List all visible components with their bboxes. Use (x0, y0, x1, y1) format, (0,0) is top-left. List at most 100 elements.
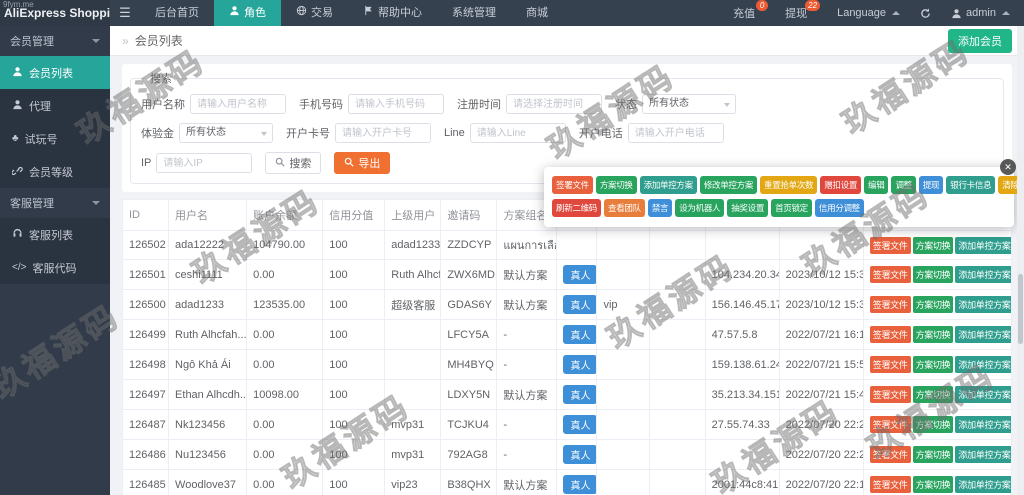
top-menu-item[interactable]: 商城 (511, 0, 563, 26)
cell-parent (384, 319, 442, 350)
row-op-button[interactable]: 签署文件 (869, 416, 911, 433)
watermark-site-text: 9fym.me (3, 0, 34, 9)
search-field-label: Line (444, 127, 465, 139)
cell-balance: 0.00 (246, 319, 324, 350)
popup-action-button[interactable]: 提现 (918, 176, 944, 194)
popup-action-button[interactable]: 签署文件 (552, 176, 593, 194)
row-op-button[interactable]: 添加单控方案 (955, 236, 1011, 254)
sidebar-item[interactable]: 会员等级 (0, 155, 110, 188)
page-scrollbar[interactable] (1017, 26, 1024, 495)
row-op-button[interactable]: 添加单控方案 (955, 476, 1011, 493)
row-op-button[interactable]: 方案切换 (912, 416, 954, 433)
search-input[interactable] (335, 123, 431, 143)
search-select[interactable]: 所有状态 (642, 94, 736, 114)
popup-action-button[interactable]: 添加单控方案 (639, 176, 697, 194)
popup-action-button[interactable]: 设为机器人 (675, 199, 725, 217)
export-button[interactable]: 导出 (334, 152, 391, 174)
user-menu[interactable]: admin (951, 7, 1010, 19)
row-op-button[interactable]: 签署文件 (869, 356, 911, 373)
row-op-button[interactable]: 添加单控方案 (955, 386, 1011, 403)
popup-action-button[interactable]: 禁言 (647, 199, 673, 217)
sidebar-item[interactable]: 客服列表 (0, 218, 110, 251)
search-field: 开户电话 (579, 123, 724, 143)
sidebar-group-header[interactable]: 客服管理 (0, 188, 110, 218)
row-op-button[interactable]: 签署文件 (869, 236, 911, 254)
popup-action-button[interactable]: 刷新二维码 (552, 199, 602, 217)
row-op-button[interactable]: 添加单控方案 (955, 446, 1011, 463)
top-menu-item[interactable]: 系统管理 (437, 0, 511, 26)
row-op-button[interactable]: 添加单控方案 (955, 356, 1011, 373)
row-op-button[interactable]: 方案切换 (912, 446, 954, 463)
row-op-button[interactable]: 添加单控方案 (955, 326, 1011, 343)
row-op-button[interactable]: 方案切换 (912, 356, 954, 373)
popup-action-button[interactable]: 调整 (891, 176, 916, 194)
popup-action-button[interactable]: 赠扣设置 (820, 176, 862, 194)
row-op-button[interactable]: 方案切换 (912, 296, 954, 313)
cell-balance: 0.00 (246, 349, 324, 380)
sidebar-toggle-icon[interactable]: ☰ (110, 0, 140, 26)
withdraw-link[interactable]: 提现 22 (785, 0, 821, 21)
row-op-button[interactable]: 添加单控方案 (955, 416, 1011, 433)
cell-parent: mvp31 (384, 409, 442, 440)
popup-action-button[interactable]: 方案切换 (595, 176, 637, 194)
popup-action-button[interactable]: 修改单控方案 (699, 176, 758, 194)
popup-action-button[interactable]: 编辑 (864, 176, 889, 194)
sidebar-group-header[interactable]: 会员管理 (0, 26, 110, 56)
search-input[interactable] (469, 123, 566, 143)
refresh-button[interactable] (920, 8, 931, 19)
cell-credit: 100 (322, 469, 386, 495)
recharge-link[interactable]: 充值 0 (733, 0, 769, 21)
top-menu-item[interactable]: 角色 (214, 0, 281, 26)
cell-username: ceshi1111 (168, 259, 248, 290)
row-op-button[interactable]: 添加单控方案 (955, 296, 1011, 313)
top-menu-item[interactable]: 帮助中心 (348, 0, 437, 26)
row-op-button[interactable]: 签署文件 (869, 386, 911, 403)
row-op-button[interactable]: 方案切换 (912, 476, 954, 493)
refresh-icon (921, 8, 930, 18)
row-op-button[interactable]: 签署文件 (869, 296, 911, 313)
sidebar-item[interactable]: </> 客服代码 (0, 251, 110, 284)
popup-action-button[interactable]: 银行卡信息 (946, 176, 996, 194)
search-button[interactable]: 搜索 (265, 152, 322, 174)
search-select[interactable]: 所有状态 (179, 123, 273, 143)
search-input[interactable] (627, 123, 724, 143)
popup-action-button[interactable]: 信用分调整 (814, 199, 864, 217)
row-op-button[interactable]: 方案切换 (912, 266, 954, 283)
row-op-button[interactable]: 签署文件 (869, 326, 911, 343)
row-op-button[interactable]: 方案切换 (912, 386, 954, 403)
row-op-button[interactable]: 签署文件 (869, 266, 911, 283)
search-input[interactable] (348, 94, 444, 114)
search-input[interactable] (156, 153, 253, 173)
row-op-button[interactable]: 方案切换 (912, 326, 954, 343)
sidebar-item[interactable]: 会员列表 (0, 56, 110, 89)
close-icon[interactable]: ✕ (1000, 159, 1016, 175)
cell-username: ada12222 (168, 230, 248, 260)
column-header: 账户余额 (246, 199, 324, 231)
row-op-button[interactable]: 方案切换 (912, 236, 954, 254)
cell-ip (704, 230, 780, 260)
topbar-right: 充值 0 提现 22 Language admin (733, 0, 1024, 26)
sidebar-item[interactable]: ♣ 试玩号 (0, 122, 110, 155)
row-op-button[interactable]: 添加单控方案 (955, 266, 1011, 283)
popup-action-button[interactable]: 首页锁定 (771, 199, 812, 217)
language-menu[interactable]: Language (837, 7, 901, 19)
table-row: 126486 Nu123456 0.00 100 mvp31 792AG8- 真人 2022/… (121, 439, 1013, 470)
add-member-button[interactable]: 添加会员 (948, 28, 1012, 53)
top-menu-item[interactable]: 后台首页 (140, 0, 214, 26)
search-input[interactable] (506, 94, 602, 114)
chevron-down-icon (92, 39, 100, 43)
cell-plan: - (496, 439, 558, 470)
popup-action-button[interactable]: 重置抢单次数 (760, 176, 818, 194)
row-op-button[interactable]: 签署文件 (869, 476, 911, 493)
popup-action-button[interactable]: 抽奖设置 (727, 199, 769, 217)
status-badge: 真人 (563, 295, 596, 314)
cell-time: 2022/07/20 22:21 (778, 439, 864, 470)
sidebar-item[interactable]: 代理 (0, 89, 110, 122)
row-op-button[interactable]: 签署文件 (869, 446, 911, 463)
top-menu-item[interactable]: 交易 (281, 0, 348, 26)
scrollbar-thumb[interactable] (1018, 274, 1023, 344)
cell-time: 2022/07/21 15:51 (778, 349, 864, 380)
table-row: 126497 Ethan Alhcdh... 10098.00 100 LDXY5N 默认… (121, 379, 1013, 410)
popup-action-button[interactable]: 查看团队 (604, 199, 645, 217)
search-input[interactable] (190, 94, 286, 114)
